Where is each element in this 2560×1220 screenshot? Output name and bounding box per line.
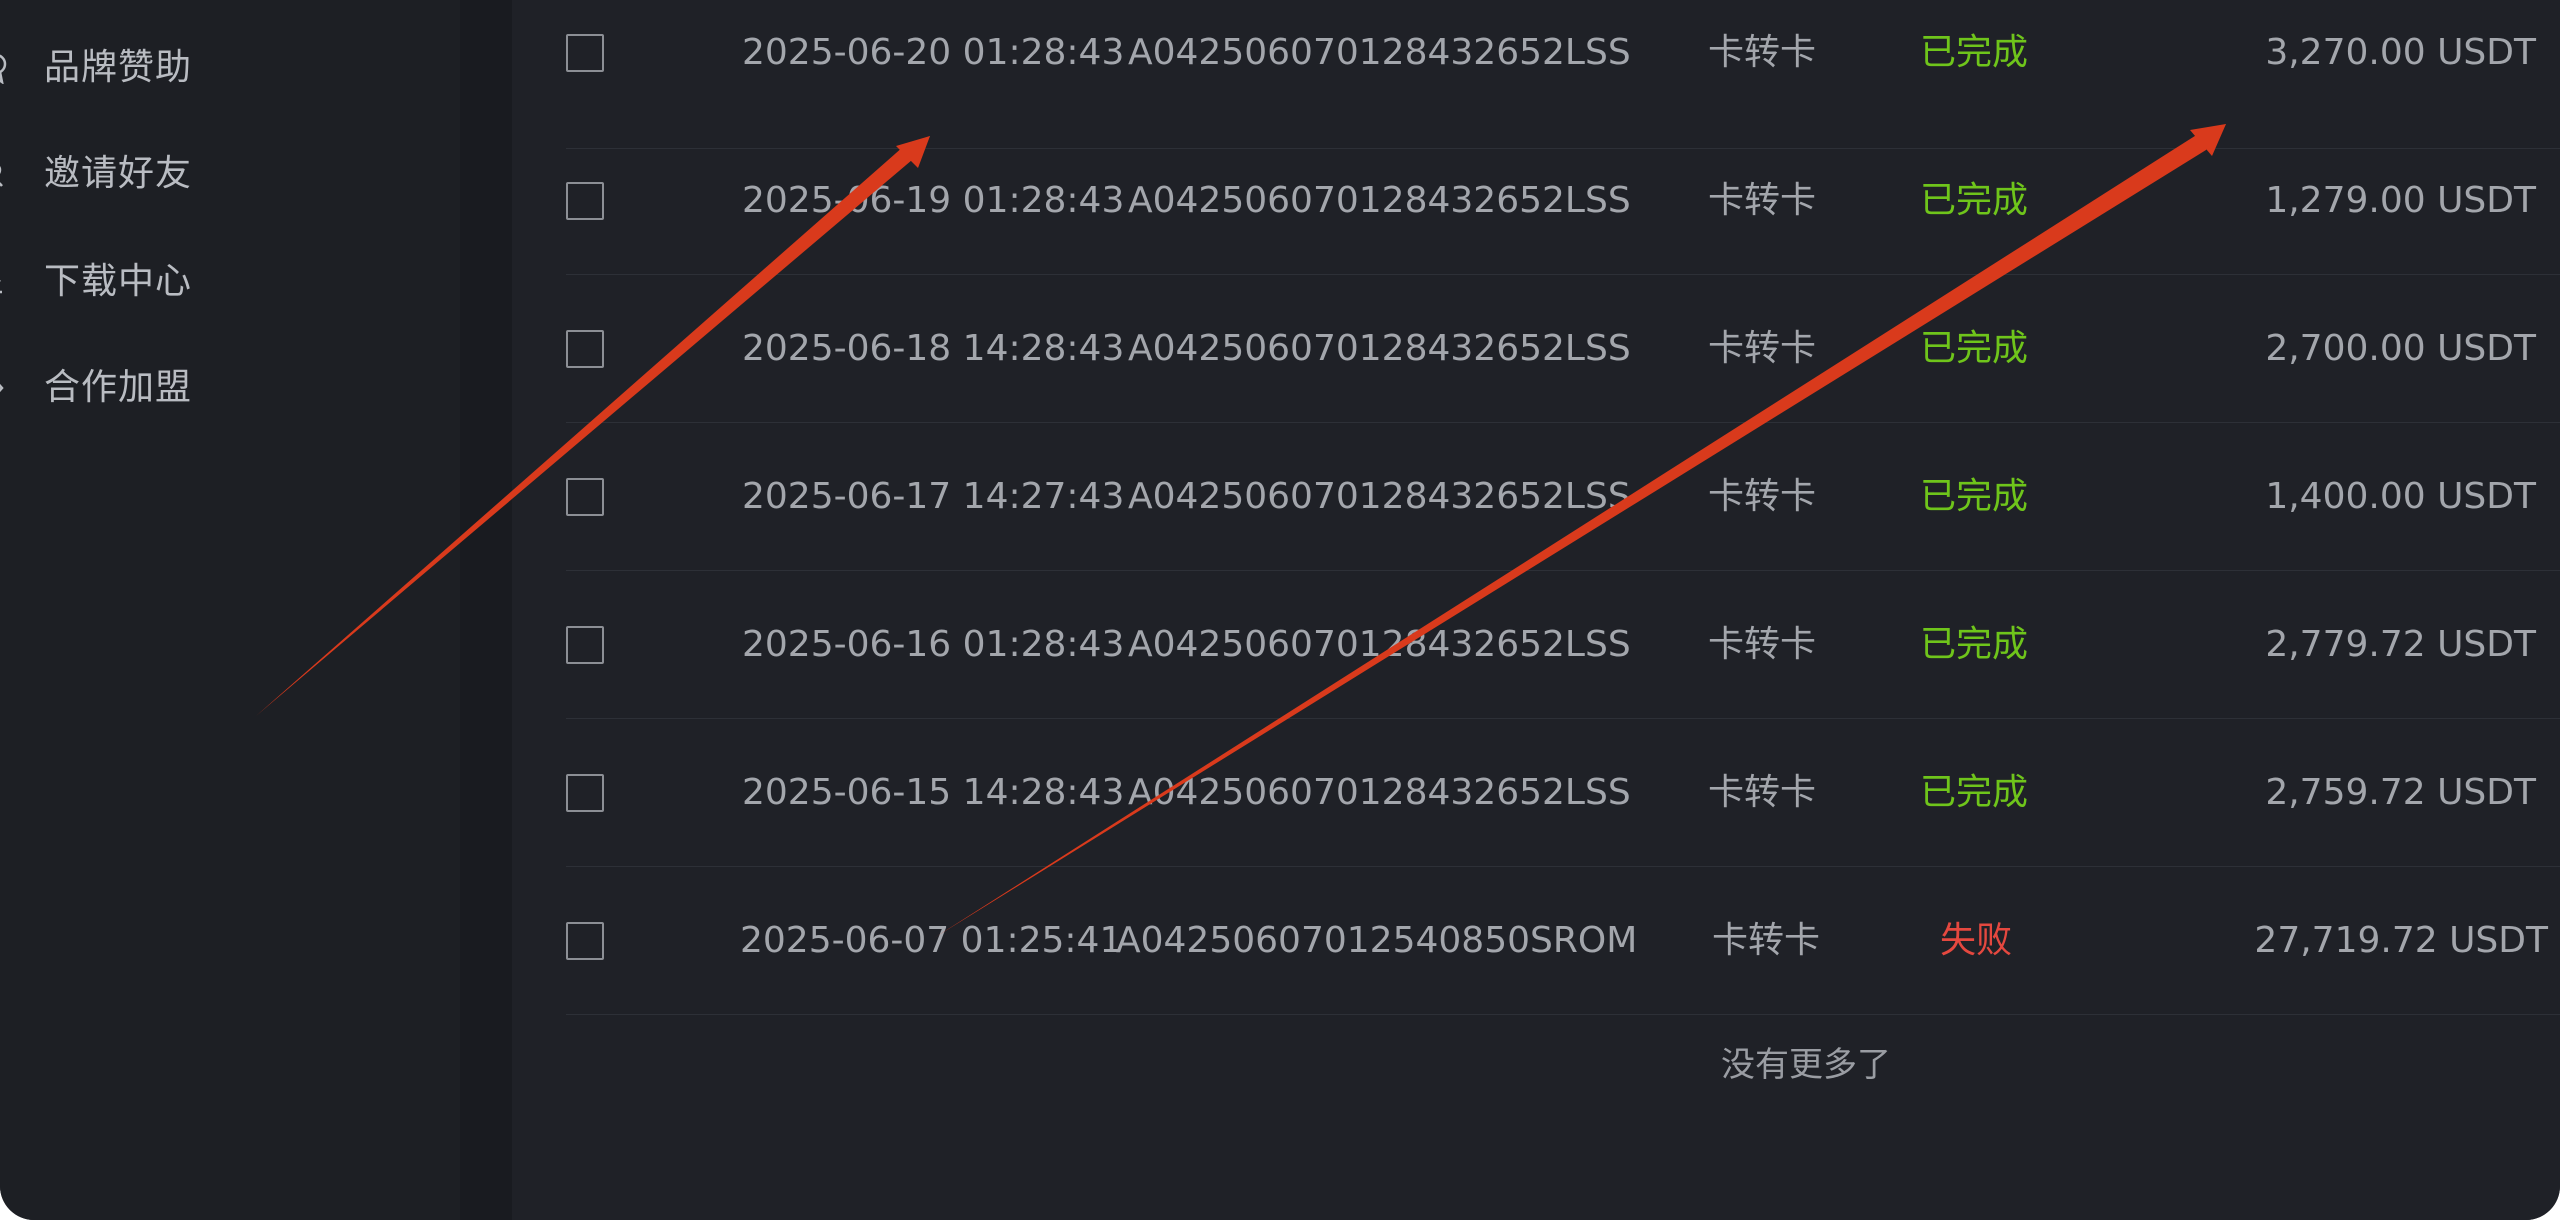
- row-checkbox[interactable]: [566, 330, 604, 368]
- order-id: A042506070128432652LSS: [1128, 772, 1631, 813]
- table-row[interactable]: 2025-06-17 14:27:43 A042506070128432652L…: [566, 422, 2560, 571]
- transaction-time: 2025-06-19 01:28:43: [742, 180, 1125, 221]
- handshake-icon: [0, 372, 14, 404]
- transaction-type: 卡转卡: [1707, 476, 1816, 517]
- order-id: A042506070128432652LSS: [1128, 328, 1631, 369]
- transaction-type: 卡转卡: [1707, 624, 1816, 665]
- row-checkbox[interactable]: [566, 182, 604, 220]
- transaction-type: 卡转卡: [1707, 32, 1816, 73]
- download-icon: [0, 266, 14, 298]
- sidebar-divider: [460, 0, 512, 1220]
- status-badge: 已完成: [1919, 32, 2028, 73]
- sidebar-item-invite-friends[interactable]: 邀请好友: [0, 144, 220, 204]
- sidebar-item-label: 品牌赞助: [44, 47, 193, 88]
- transaction-time: 2025-06-15 14:28:43: [742, 772, 1125, 813]
- row-checkbox[interactable]: [566, 922, 604, 960]
- amount: 2,700.00 USDT: [2265, 328, 2536, 369]
- transaction-type: 卡转卡: [1707, 180, 1816, 221]
- status-badge: 已完成: [1919, 328, 2028, 369]
- transaction-type: 卡转卡: [1707, 328, 1816, 369]
- table-row[interactable]: 2025-06-18 14:28:43 A042506070128432652L…: [566, 274, 2560, 423]
- row-checkbox[interactable]: [566, 34, 604, 72]
- table-row[interactable]: 2025-06-07 01:25:41 A04250607012540850SR…: [566, 866, 2560, 1015]
- transaction-time: 2025-06-17 14:27:43: [742, 476, 1125, 517]
- status-badge: 失败: [1939, 920, 2012, 961]
- row-checkbox[interactable]: [566, 774, 604, 812]
- order-id: A042506070128432652LSS: [1128, 476, 1631, 517]
- table-row[interactable]: 2025-06-16 01:28:43 A042506070128432652L…: [566, 570, 2560, 719]
- status-badge: 已完成: [1919, 624, 2028, 665]
- sidebar-item-label: 邀请好友: [44, 153, 193, 194]
- sidebar: 品牌赞助 邀请好友 下载中心 合作加盟: [0, 0, 460, 1220]
- order-id: A042506070128432652LSS: [1128, 32, 1631, 73]
- amount: 3,270.00 USDT: [2265, 32, 2536, 73]
- amount: 2,779.72 USDT: [2265, 624, 2536, 665]
- status-badge: 已完成: [1919, 476, 2028, 517]
- row-checkbox[interactable]: [566, 478, 604, 516]
- transaction-time: 2025-06-20 01:28:43: [742, 32, 1125, 73]
- status-badge: 已完成: [1919, 772, 2028, 813]
- medal-icon: [0, 52, 14, 85]
- order-id: A042506070128432652LSS: [1128, 180, 1631, 221]
- amount: 1,279.00 USDT: [2265, 180, 2536, 221]
- sidebar-item-label: 下载中心: [44, 261, 193, 302]
- transaction-type: 卡转卡: [1711, 920, 1820, 961]
- sidebar-item-brand-sponsorship[interactable]: 品牌赞助: [0, 38, 220, 98]
- status-badge: 已完成: [1919, 180, 2028, 221]
- order-id: A04250607012540850SROM: [1116, 920, 1638, 961]
- amount: 27,719.72 USDT: [2254, 920, 2548, 961]
- table-row[interactable]: 2025-06-15 14:28:43 A042506070128432652L…: [566, 718, 2560, 867]
- table-row[interactable]: 2025-06-19 01:28:43 A042506070128432652L…: [566, 126, 2560, 275]
- transaction-time: 2025-06-16 01:28:43: [742, 624, 1125, 665]
- app-window: 品牌赞助 邀请好友 下载中心 合作加盟 2025-06-20 01:28:43 …: [0, 0, 2560, 1220]
- transaction-time: 2025-06-07 01:25:41: [740, 920, 1123, 961]
- row-checkbox[interactable]: [566, 626, 604, 664]
- transaction-type: 卡转卡: [1707, 772, 1816, 813]
- sidebar-item-download-center[interactable]: 下载中心: [0, 252, 220, 312]
- sidebar-item-label: 合作加盟: [44, 367, 193, 408]
- amount: 1,400.00 USDT: [2265, 476, 2536, 517]
- sidebar-item-partnership[interactable]: 合作加盟: [0, 358, 220, 418]
- amount: 2,759.72 USDT: [2265, 772, 2536, 813]
- transaction-time: 2025-06-18 14:28:43: [742, 328, 1125, 369]
- user-icon: [0, 158, 14, 190]
- order-id: A042506070128432652LSS: [1128, 624, 1631, 665]
- no-more-data-label: 没有更多了: [1721, 1045, 1891, 1085]
